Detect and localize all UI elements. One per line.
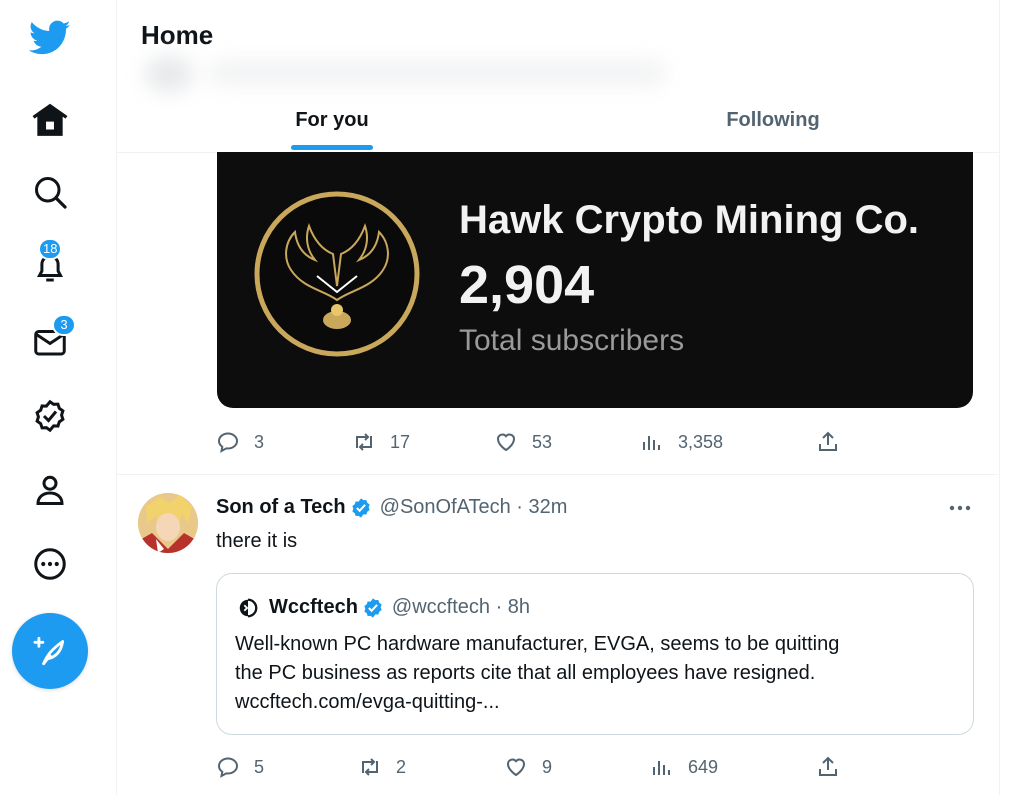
tweet-text: there it is: [216, 530, 298, 552]
share-button[interactable]: [816, 752, 854, 782]
reply-count: 5: [254, 756, 265, 777]
timeline-tabs: For you Following: [117, 88, 999, 153]
quoted-tweet[interactable]: Wccftech @wccftech · 8h Well-known PC ha…: [216, 573, 974, 735]
verified-check-icon: [352, 497, 370, 518]
views-chart-icon: [643, 436, 660, 450]
tweet-actions: 3 17 53 3,358: [216, 427, 856, 457]
tweet-author-name[interactable]: Son of a Tech: [216, 496, 346, 519]
ellipsis-icon: [949, 505, 971, 511]
views-chart-icon: [653, 761, 670, 775]
search-icon[interactable]: [26, 168, 74, 216]
notifications-bell-icon[interactable]: 18: [26, 238, 74, 292]
share-icon: [819, 431, 837, 451]
tweet-author-handle[interactable]: @SonOfATech · 32m: [380, 496, 568, 519]
share-icon: [819, 756, 837, 776]
like-count: 9: [542, 756, 553, 777]
left-nav: 18 3: [0, 0, 116, 795]
retweet-button[interactable]: 17: [352, 427, 410, 457]
wccftech-logo-icon: [239, 598, 258, 617]
reply-icon: [217, 757, 239, 778]
tweet-header: Son of a Tech @SonOfATech · 32m: [216, 496, 567, 519]
blurred-header-area: [207, 60, 667, 86]
quoted-text-line: the PC business as reports cite that all…: [235, 662, 816, 684]
share-button[interactable]: [816, 427, 854, 457]
more-options-button[interactable]: [946, 496, 974, 520]
quoted-text-line: Well-known PC hardware manufacturer, EVG…: [235, 633, 840, 655]
compose-tweet-button[interactable]: [12, 613, 88, 689]
profile-person-icon[interactable]: [26, 466, 74, 514]
avatar[interactable]: [138, 493, 198, 553]
page-title: Home: [141, 20, 214, 50]
like-count: 53: [532, 431, 553, 452]
like-button[interactable]: 9: [504, 752, 552, 782]
home-icon[interactable]: [26, 96, 74, 144]
card-caption: Total subscribers: [459, 324, 685, 357]
views-button[interactable]: 649: [650, 752, 718, 782]
heart-icon: [506, 758, 526, 777]
tweet-actions: 5 2 9 649: [216, 752, 856, 782]
blurred-header-area: [145, 56, 193, 92]
notifications-badge: 18: [38, 238, 63, 260]
views-count: 3,358: [678, 431, 724, 452]
quoted-tweet-text: Well-known PC hardware manufacturer, EVG…: [235, 630, 955, 717]
retweet-count: 17: [390, 431, 411, 452]
verified-check-icon: [364, 597, 382, 618]
retweet-icon: [362, 758, 378, 776]
reply-count: 3: [254, 431, 265, 452]
verified-badge-icon[interactable]: [26, 392, 74, 440]
quoted-author-handle: @wccftech · 8h: [391, 596, 531, 618]
retweet-count: 2: [396, 756, 407, 777]
tab-following[interactable]: Following: [547, 88, 999, 152]
reply-button[interactable]: 3: [216, 427, 264, 457]
tab-for-you[interactable]: For you: [117, 88, 547, 152]
views-count: 649: [688, 756, 719, 777]
more-circle-icon[interactable]: [26, 540, 74, 588]
quoted-tweet-header: Wccftech @wccftech · 8h: [237, 596, 530, 619]
tweet-divider: [116, 474, 998, 475]
retweet-icon: [356, 433, 372, 451]
feather-plus-icon: [33, 636, 65, 666]
retweet-button[interactable]: 2: [358, 752, 406, 782]
heart-icon: [496, 433, 516, 452]
like-button[interactable]: 53: [494, 427, 552, 457]
messages-badge: 3: [52, 314, 76, 336]
hawk-logo-icon: [254, 191, 420, 357]
quoted-author-name: Wccftech: [269, 596, 358, 618]
reply-icon: [217, 432, 239, 453]
card-title: Hawk Crypto Mining Co.: [459, 198, 919, 242]
quoted-link[interactable]: wccftech.com/evga-quitting-...: [235, 688, 955, 717]
reply-button[interactable]: 5: [216, 752, 264, 782]
card-subscriber-count: 2,904: [459, 255, 595, 315]
twitter-logo-icon[interactable]: [26, 14, 74, 62]
media-card-image[interactable]: Hawk Crypto Mining Co. 2,904 Total subsc…: [217, 152, 973, 408]
messages-envelope-icon[interactable]: 3: [26, 314, 76, 366]
views-button[interactable]: 3,358: [640, 427, 723, 457]
avatar-image: [138, 493, 198, 553]
active-tab-indicator: [291, 145, 373, 150]
